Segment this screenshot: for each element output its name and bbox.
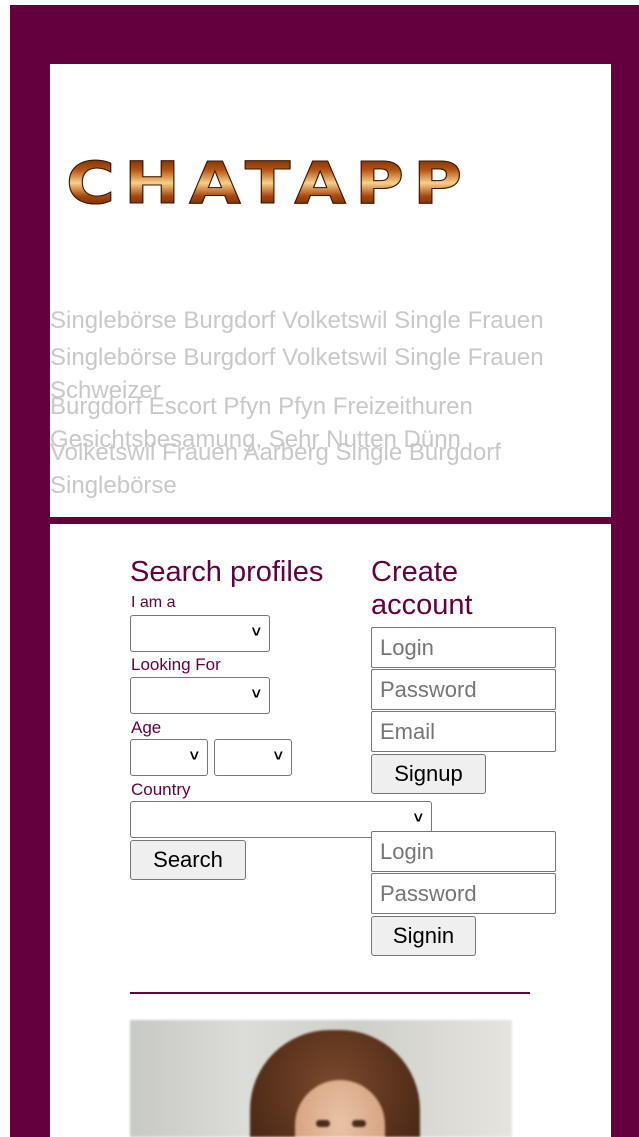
seo-text-line: Singlebörse Burgdorf Volketswil Single F… — [50, 307, 544, 334]
signup-login-input[interactable] — [371, 627, 556, 668]
country-label: Country — [131, 780, 191, 799]
chevron-down-icon: ˅ — [251, 623, 261, 641]
chatapp-logo[interactable]: CHATAPP — [65, 150, 516, 217]
photo-eye — [316, 1120, 330, 1127]
chevron-down-icon: ˅ — [189, 747, 199, 765]
signup-button[interactable]: Signup — [371, 754, 486, 794]
chevron-down-icon: ˅ — [273, 747, 283, 765]
age-to-select[interactable]: ˅ — [214, 739, 292, 776]
search-profiles-heading: Search profiles — [130, 556, 324, 588]
photo-eye — [352, 1120, 366, 1127]
seo-text-line: Volketswil Frauen Aarberg Single Burgdor… — [50, 439, 501, 499]
section-divider — [130, 992, 530, 994]
profile-photo[interactable] — [130, 1020, 512, 1137]
signin-button[interactable]: Signin — [371, 916, 476, 956]
signin-login-input[interactable] — [371, 831, 556, 872]
signup-email-input[interactable] — [371, 711, 556, 752]
i-am-select[interactable]: ˅ — [130, 615, 270, 652]
looking-for-label: Looking For — [131, 655, 221, 674]
create-account-heading: Create account — [371, 556, 473, 621]
i-am-label: I am a — [131, 594, 176, 611]
logo-text: CHATAPP — [65, 150, 584, 217]
signup-password-input[interactable] — [371, 669, 556, 710]
age-from-select[interactable]: ˅ — [130, 739, 208, 776]
age-label: Age — [131, 718, 162, 737]
signin-password-input[interactable] — [371, 873, 556, 914]
search-button[interactable]: Search — [130, 840, 246, 880]
chevron-down-icon: ˅ — [251, 685, 261, 703]
looking-for-select[interactable]: ˅ — [130, 677, 270, 714]
chevron-down-icon: ˅ — [413, 809, 423, 827]
